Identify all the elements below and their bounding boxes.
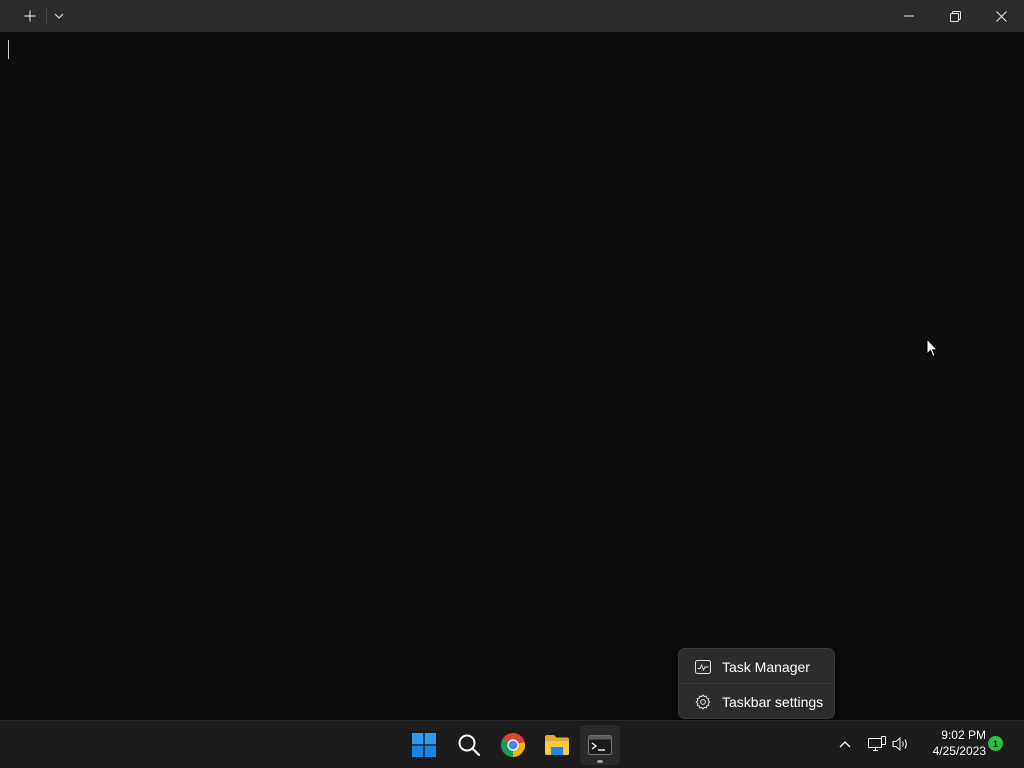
close-icon (995, 10, 1007, 22)
menu-item-label: Taskbar settings (722, 694, 824, 710)
clock-time: 9:02 PM (941, 728, 986, 742)
tab-dropdown-button[interactable] (49, 0, 69, 32)
search-icon (458, 734, 481, 757)
menu-item-taskbar-settings[interactable]: Taskbar settings (683, 687, 832, 717)
file-explorer-taskbar-button[interactable] (537, 725, 577, 765)
clock-date: 4/25/2023 (932, 744, 986, 758)
new-tab-button[interactable] (18, 0, 42, 32)
volume-icon (892, 736, 907, 752)
task-manager-icon (693, 657, 713, 677)
close-button[interactable] (978, 0, 1024, 32)
restore-button[interactable] (932, 0, 978, 32)
taskbar-context-menu: Task Manager Taskbar settings (678, 648, 835, 719)
plus-icon (24, 10, 36, 22)
minimize-icon (904, 15, 914, 17)
titlebar-divider (46, 8, 47, 24)
show-hidden-icons-button[interactable] (834, 732, 856, 756)
title-bar (0, 0, 1024, 32)
chrome-icon (500, 733, 525, 757)
clock[interactable]: 9:02 PM 4/25/2023 (916, 727, 986, 763)
network-button[interactable] (866, 732, 888, 756)
menu-item-task-manager[interactable]: Task Manager (683, 652, 832, 682)
terminal-taskbar-button[interactable] (580, 725, 620, 765)
search-button[interactable] (449, 725, 489, 765)
restore-icon (949, 10, 961, 22)
volume-button[interactable] (890, 732, 912, 756)
windows-start-icon (412, 733, 436, 757)
menu-item-label: Task Manager (722, 659, 810, 675)
active-app-indicator (597, 760, 603, 763)
terminal-icon (588, 735, 612, 755)
mouse-pointer-icon (926, 338, 938, 358)
network-icon (868, 736, 886, 751)
text-cursor (8, 40, 9, 59)
start-button[interactable] (404, 725, 444, 765)
menu-divider (679, 683, 834, 684)
terminal-pane[interactable] (0, 32, 1024, 720)
notification-badge[interactable]: 1 (988, 736, 1003, 751)
chevron-up-icon (839, 741, 851, 748)
chrome-taskbar-button[interactable] (493, 725, 533, 765)
folder-icon (545, 735, 569, 755)
chevron-down-icon (54, 13, 64, 19)
minimize-button[interactable] (886, 0, 932, 32)
gear-icon (693, 692, 713, 712)
